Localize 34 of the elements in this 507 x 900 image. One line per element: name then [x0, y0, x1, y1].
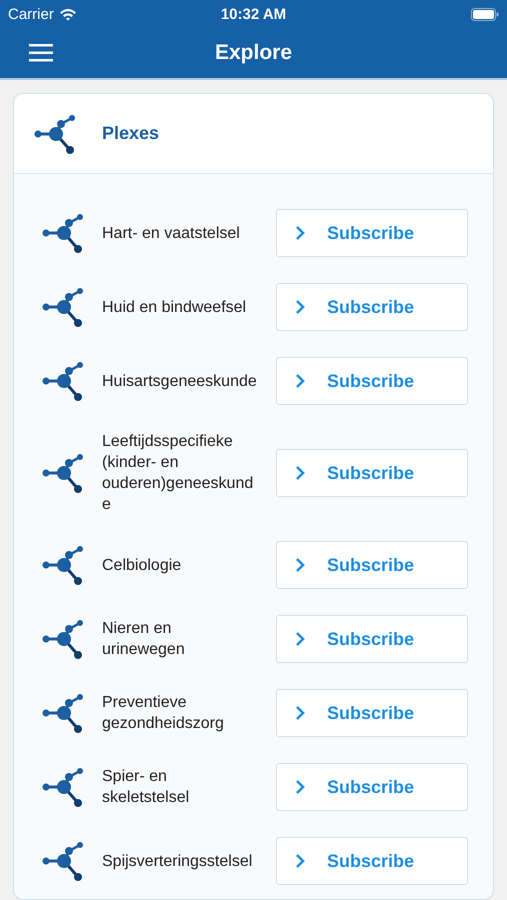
chevron-right-icon — [295, 465, 305, 481]
plexus-name: Spijsverteringsstelsel — [102, 852, 254, 872]
wifi-icon — [58, 8, 77, 20]
subscribe-button[interactable]: Subscribe — [276, 689, 468, 737]
subscribe-button[interactable]: Subscribe — [276, 763, 468, 811]
plexus-name: Hart- en vaatstelsel — [102, 224, 241, 244]
subscribe-button[interactable]: Subscribe — [276, 837, 468, 885]
plexus-name: Leeftijdsspecifieke (kinder- en ouderen)geneeskunde — [102, 432, 254, 515]
chevron-right-icon — [295, 373, 305, 389]
chevron-right-icon — [295, 779, 305, 795]
chevron-right-icon — [295, 705, 305, 721]
subscribe-button[interactable]: Subscribe — [276, 209, 468, 257]
chevron-right-icon — [295, 299, 305, 315]
chevron-right-icon — [295, 225, 305, 241]
plexus-name: Preventieve gezondheidszorg — [102, 693, 225, 734]
subscribe-button[interactable]: Subscribe — [276, 449, 468, 497]
chevron-right-icon — [295, 557, 305, 573]
subscribe-button[interactable]: Subscribe — [276, 283, 468, 331]
status-time: 10:32 AM — [220, 6, 286, 22]
subscribe-button[interactable]: Subscribe — [276, 615, 468, 663]
chevron-right-icon — [295, 853, 305, 869]
plexus-name: Nieren en urinewegen — [102, 619, 186, 660]
section-title: Plexes — [102, 123, 160, 144]
screen-title: Explore — [214, 41, 294, 65]
plexus-name: Huisartsgeneeskunde — [102, 372, 258, 392]
plexus-name: Spier- en skeletstelsel — [102, 767, 190, 808]
carrier-name: Carrier — [8, 6, 54, 22]
menu-button[interactable] — [28, 42, 54, 64]
chevron-right-icon — [295, 631, 305, 647]
battery-icon — [471, 8, 499, 20]
subscribe-button[interactable]: Subscribe — [276, 357, 468, 405]
plexus-name: Celbiologie — [102, 556, 182, 576]
subscribe-button[interactable]: Subscribe — [276, 541, 468, 589]
plexus-name: Huid en bindweefsel — [102, 298, 248, 318]
